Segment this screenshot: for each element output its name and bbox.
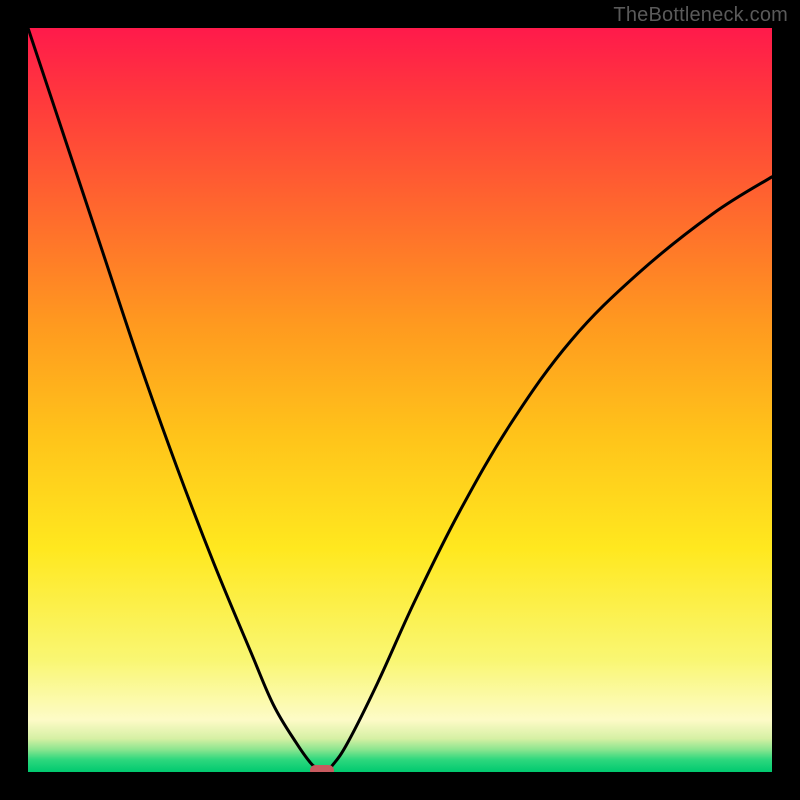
bottleneck-curve — [28, 28, 772, 772]
optimal-point-marker — [310, 765, 334, 772]
plot-area — [28, 28, 772, 772]
chart-frame: TheBottleneck.com — [0, 0, 800, 800]
watermark-text: TheBottleneck.com — [613, 4, 788, 27]
